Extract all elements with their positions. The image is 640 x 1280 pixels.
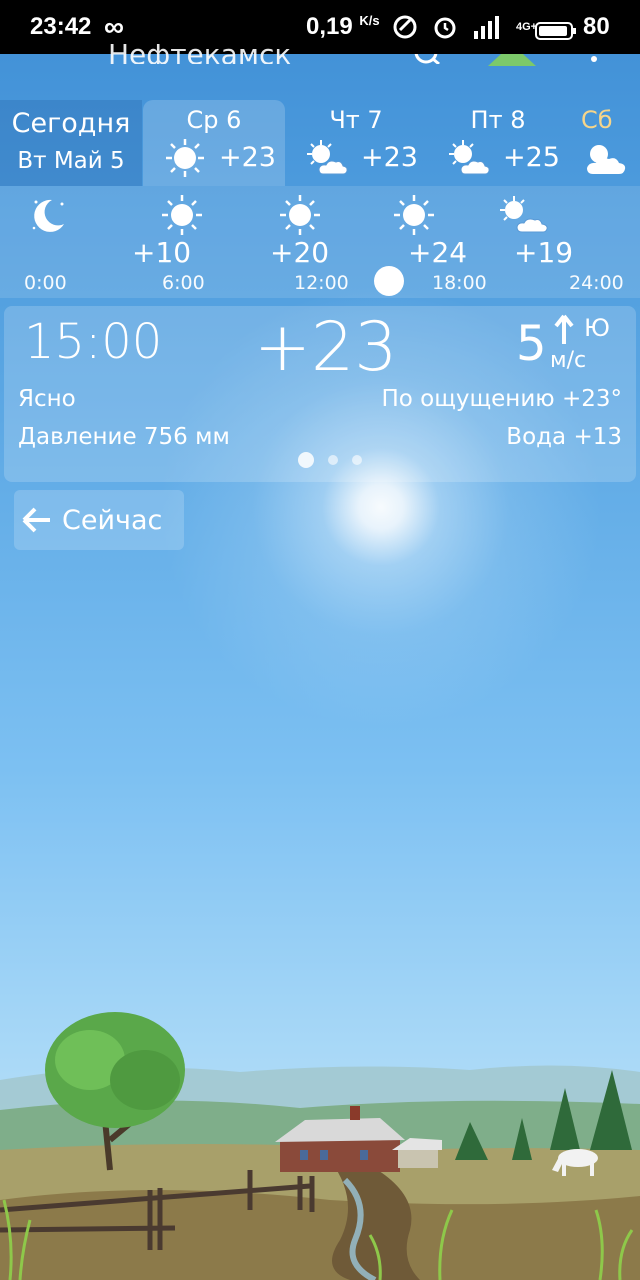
sun-cloud-icon xyxy=(500,196,548,233)
arrow-left-icon xyxy=(22,507,50,533)
tab-day-wed[interactable]: Ср 6 +23 xyxy=(143,100,285,186)
day-name: Ср 6 xyxy=(186,106,242,134)
sun-cloud-icon xyxy=(449,140,490,175)
day-temp: +23 xyxy=(219,142,276,173)
page-indicator xyxy=(298,452,362,468)
day-name: Чт 7 xyxy=(329,106,383,134)
hour-temp: +20 xyxy=(270,236,330,269)
sun-icon xyxy=(394,195,434,235)
hour-temp: +24 xyxy=(408,236,468,269)
hourly-forecast[interactable]: +10 +20 +24 +19 0:00 6:00 12:00 18:00 24… xyxy=(0,186,640,298)
tab-day-sat[interactable]: Сб xyxy=(569,100,640,186)
day-name: Пт 8 xyxy=(470,106,526,134)
tab-today[interactable]: Сегодня Вт Май 5 xyxy=(0,100,142,186)
sun-icon xyxy=(280,195,320,235)
hour-temp: +19 xyxy=(514,236,574,269)
page-dot xyxy=(352,455,362,465)
sun-cloud-icon xyxy=(307,140,348,175)
sun-cloud-icon xyxy=(587,145,626,174)
search-icon[interactable] xyxy=(412,54,444,64)
network-speed: 0,19 K/s xyxy=(306,13,380,41)
alarm-icon xyxy=(434,17,456,39)
today-label: Сегодня xyxy=(11,108,131,139)
time-slider-handle[interactable] xyxy=(374,266,404,296)
vibrate-icon xyxy=(393,15,417,39)
hour-temp: +10 xyxy=(132,236,192,269)
sun-icon xyxy=(162,195,202,235)
page-dot xyxy=(328,455,338,465)
moon-icon xyxy=(32,199,64,232)
wind-arrow-icon xyxy=(554,314,574,344)
detail-temp: +23 xyxy=(254,308,398,387)
water-temp: Вода +13 xyxy=(506,424,622,450)
detail-card[interactable]: 15:00 +23 5 Ю м/с Ясно По ощущению +23° … xyxy=(4,306,636,482)
wind-speed: 5 xyxy=(516,316,547,372)
day-temp: +23 xyxy=(361,142,418,173)
wind-direction: Ю xyxy=(584,314,610,342)
battery-level: 80 xyxy=(583,13,610,40)
hour-label: 0:00 xyxy=(24,272,67,294)
status-time: 23:42 xyxy=(30,13,92,40)
network-type: 4G+ xyxy=(516,21,538,33)
now-button-label: Сейчас xyxy=(62,504,163,536)
now-button[interactable]: Сейчас xyxy=(14,490,184,550)
condition: Ясно xyxy=(18,386,76,412)
landscape-illustration xyxy=(0,1012,640,1280)
hour-label: 6:00 xyxy=(162,272,205,294)
tab-day-thu[interactable]: Чт 7 +23 xyxy=(285,100,427,186)
hour-label: 18:00 xyxy=(432,272,487,294)
detail-time: 15:00 xyxy=(24,314,163,370)
page-dot xyxy=(298,452,314,468)
day-temp: +25 xyxy=(503,142,560,173)
today-date: Вт Май 5 xyxy=(17,148,125,174)
tab-day-fri[interactable]: Пт 8 +25 xyxy=(427,100,569,186)
wind-unit: м/с xyxy=(550,348,587,373)
day-name: Сб xyxy=(581,106,613,134)
network-speed-unit: K/s xyxy=(359,13,380,28)
battery-icon xyxy=(535,22,576,40)
landscape-thumb-icon[interactable] xyxy=(488,54,536,66)
feels-like: По ощущению +23° xyxy=(381,386,622,412)
menu-icon[interactable] xyxy=(590,54,598,64)
signal-icon xyxy=(474,16,499,39)
sun-icon xyxy=(166,139,204,177)
network-speed-value: 0,19 xyxy=(306,13,353,40)
hour-label: 24:00 xyxy=(569,272,624,294)
city-name[interactable]: Нефтекамск xyxy=(108,34,291,64)
pressure: Давление 756 мм xyxy=(18,424,230,450)
day-tabs: Сегодня Вт Май 5 Ср 6 +23 Чт 7 +23 Пт 8 … xyxy=(0,100,640,186)
status-icons: 4G+ xyxy=(392,14,537,40)
status-bar: 23:42 ∞ 0,19 K/s 4G+ 80 xyxy=(0,0,640,54)
hour-label: 12:00 xyxy=(294,272,349,294)
